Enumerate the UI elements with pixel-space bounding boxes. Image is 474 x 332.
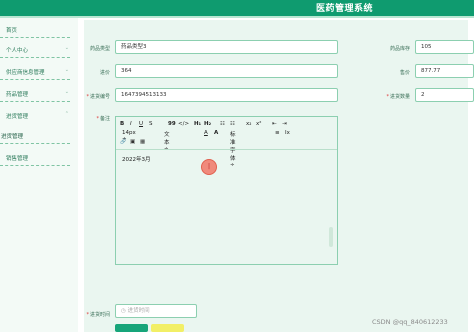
sidebar: 首页 个人中心 ⌄ 供应商信息管理 ⌄ 药品管理 ⌄ 进货管理 ⌃ 进货管理 销… — [0, 18, 78, 332]
sidebar-item-sales[interactable]: 销售管理 — [0, 148, 78, 166]
remark-label: *备注 — [96, 116, 110, 122]
purchase-time-label: *进货时间 — [86, 312, 110, 318]
sidebar-item-supplier[interactable]: 供应商信息管理 ⌄ — [0, 62, 78, 80]
chevron-down-icon: ⌄ — [64, 89, 69, 95]
chevron-up-icon: ⌃ — [64, 111, 69, 117]
align-button[interactable]: ≡ — [275, 130, 280, 136]
clean-format-button[interactable]: Ix — [285, 130, 290, 136]
quote-button[interactable]: 99 — [168, 121, 176, 127]
font-color-button[interactable]: A — [204, 130, 208, 136]
price-field[interactable]: 364 — [115, 64, 338, 78]
drug-type-label: 药品类型 — [89, 46, 110, 52]
chevron-down-icon: ⌄ — [64, 67, 69, 73]
watermark: CSDN @qq_840612233 — [372, 318, 448, 326]
divider — [0, 101, 70, 102]
video-icon[interactable]: ▦ — [140, 139, 145, 145]
drug-type-field[interactable]: 药品类型3 — [115, 40, 338, 54]
toolbar-divider — [116, 149, 337, 150]
selling-price-label: 售价 — [399, 70, 410, 76]
divider — [0, 57, 70, 58]
editor-content[interactable]: 2022年3月 — [122, 155, 151, 163]
sidebar-item-label: 个人中心 — [6, 48, 29, 54]
rich-text-editor[interactable]: B I U S 99 </> H₁ H₂ ☷ ☷ x₂ x² ⇤ ⇥ 14px … — [115, 116, 338, 265]
stock-field[interactable]: 105 — [415, 40, 474, 54]
sidebar-item-label: 供应商信息管理 — [6, 70, 45, 76]
bold-button[interactable]: B — [120, 121, 124, 127]
sidebar-item-label: 药品管理 — [6, 92, 29, 98]
divider — [0, 165, 70, 166]
cursor-icon: | — [208, 163, 211, 170]
purchase-time-field[interactable]: ◷ 进货时间 — [115, 304, 197, 318]
image-icon[interactable]: ▣ — [130, 139, 135, 145]
sidebar-item-label: 销售管理 — [6, 156, 29, 162]
selling-price-field[interactable]: 877.77 — [415, 64, 474, 78]
top-bar: 医药管理系统 — [0, 0, 474, 16]
ordered-list-button[interactable]: ☷ — [220, 121, 225, 127]
purchase-no-label: *进货编号 — [86, 94, 110, 100]
indent-left-button[interactable]: ⇤ — [272, 121, 277, 127]
editor-scrollbar[interactable] — [329, 227, 333, 247]
divider — [0, 143, 70, 144]
sidebar-item-drugs[interactable]: 药品管理 ⌄ — [0, 84, 78, 102]
divider — [0, 37, 70, 38]
sidebar-item-label: 进货管理 — [6, 114, 29, 120]
sidebar-subitem-purchase[interactable]: 进货管理 — [0, 126, 78, 144]
underline-button[interactable]: U — [139, 121, 143, 127]
click-marker: | — [201, 159, 217, 175]
h2-button[interactable]: H₂ — [204, 121, 211, 127]
sidebar-item-profile[interactable]: 个人中心 ⌄ — [0, 40, 78, 58]
chevron-down-icon: ⌄ — [64, 45, 69, 51]
background-color-button[interactable]: A — [214, 130, 218, 136]
price-label: 进价 — [99, 70, 110, 76]
code-button[interactable]: </> — [178, 121, 189, 127]
sidebar-item-purchase[interactable]: 进货管理 ⌃ — [0, 106, 78, 124]
purchase-qty-field[interactable]: 2 — [415, 88, 474, 102]
bullet-list-button[interactable]: ☷ — [230, 121, 235, 127]
cancel-button[interactable] — [151, 324, 184, 332]
divider — [0, 79, 70, 80]
indent-right-button[interactable]: ⇥ — [282, 121, 287, 127]
link-icon[interactable]: 🔗 — [120, 139, 126, 145]
app-title: 医药管理系统 — [316, 4, 374, 14]
h1-button[interactable]: H₁ — [194, 121, 201, 127]
purchase-no-field[interactable]: 1647394513133 — [115, 88, 338, 102]
stock-label: 药品库存 — [389, 46, 410, 52]
submit-button[interactable] — [115, 324, 148, 332]
superscript-button[interactable]: x² — [256, 121, 261, 127]
sidebar-item-home[interactable]: 首页 — [0, 20, 78, 38]
sidebar-item-label: 首页 — [6, 28, 18, 34]
sidebar-item-label: 进货管理 — [1, 134, 24, 140]
italic-button[interactable]: I — [130, 121, 132, 127]
strikethrough-button[interactable]: S — [149, 121, 153, 127]
purchase-qty-label: *进货数量 — [386, 94, 410, 100]
subscript-button[interactable]: x₂ — [246, 121, 251, 127]
